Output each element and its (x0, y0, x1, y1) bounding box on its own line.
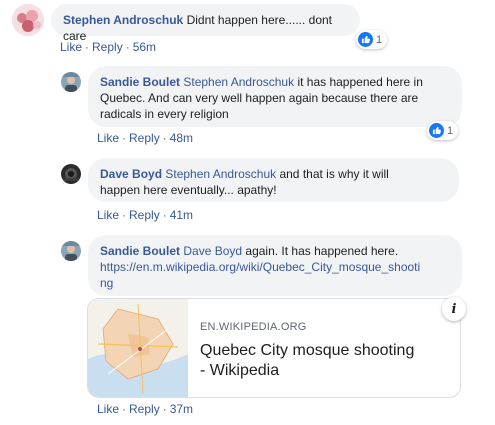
comment-actions: Like · Reply · 56m (60, 40, 157, 54)
comment-text: Quebec. And can very well happen again b… (100, 91, 419, 105)
comment-actions: Like · Reply · 41m (97, 208, 194, 222)
info-icon[interactable]: i (442, 297, 466, 321)
link-preview-card[interactable]: EN.WIKIPEDIA.ORG Quebec City mosque shoo… (87, 298, 461, 398)
comment-actions: Like · Reply · 37m (97, 402, 194, 416)
reply-link[interactable]: Reply (129, 208, 160, 222)
mention-link[interactable]: Stephen Androschuk (165, 167, 276, 181)
preview-domain: EN.WIKIPEDIA.ORG (200, 321, 307, 333)
like-link[interactable]: Like (97, 131, 119, 145)
mention-link[interactable]: Stephen Androschuk (183, 75, 294, 89)
avatar-image (61, 241, 81, 261)
comment-bubble: Stephen Androschuk Didnt happen here....… (51, 4, 360, 43)
map-thumbnail (88, 299, 188, 397)
reaction-number: 1 (447, 124, 454, 137)
reaction-number: 1 (376, 33, 383, 46)
avatar-image (12, 4, 44, 36)
avatar-image (61, 164, 81, 184)
comment-author[interactable]: Sandie Boulet (100, 75, 180, 89)
reply-link[interactable]: Reply (92, 40, 123, 54)
avatar[interactable] (61, 72, 81, 92)
comment-bubble: Dave Boyd Stephen Androschuk and that is… (88, 158, 459, 202)
like-link[interactable]: Like (97, 402, 119, 416)
comment-text: it has happened here in (294, 75, 423, 89)
reply-link[interactable]: Reply (129, 131, 160, 145)
timestamp[interactable]: 48m (170, 131, 193, 145)
reply-link[interactable]: Reply (129, 402, 160, 416)
mention-link[interactable]: Dave Boyd (183, 244, 242, 258)
reaction-count[interactable]: 1 (427, 121, 459, 140)
avatar[interactable] (61, 164, 81, 184)
timestamp[interactable]: 56m (133, 40, 156, 54)
comment-author[interactable]: Dave Boyd (100, 167, 162, 181)
timestamp[interactable]: 37m (170, 402, 193, 416)
like-icon (429, 123, 444, 138)
comment-text: happen here eventually... apathy! (100, 183, 277, 197)
comment-bubble: Sandie Boulet Stephen Androschuk it has … (88, 66, 462, 127)
url-link[interactable]: https://en.m.wikipedia.org/wiki/Quebec_C… (100, 260, 420, 274)
comment-author[interactable]: Sandie Boulet (100, 244, 180, 258)
like-icon (358, 32, 373, 47)
comment-author[interactable]: Stephen Androschuk (63, 13, 183, 27)
like-link[interactable]: Like (60, 40, 82, 54)
comment-text: radicals in every religion (100, 107, 229, 121)
comment-actions: Like · Reply · 48m (97, 131, 194, 145)
comment-text: and that is why it will (276, 167, 389, 181)
like-link[interactable]: Like (97, 208, 119, 222)
comment-bubble: Sandie Boulet Dave Boyd again. It has ha… (88, 235, 462, 296)
url-link[interactable]: ng (100, 276, 113, 290)
preview-title[interactable]: Quebec City mosque shooting - Wikipedia (200, 341, 420, 381)
reaction-count[interactable]: 1 (356, 30, 388, 49)
avatar[interactable] (61, 241, 81, 261)
comment-text: again. It has happened here. (242, 244, 399, 258)
avatar[interactable] (12, 4, 44, 36)
timestamp[interactable]: 41m (170, 208, 193, 222)
avatar-image (61, 72, 81, 92)
